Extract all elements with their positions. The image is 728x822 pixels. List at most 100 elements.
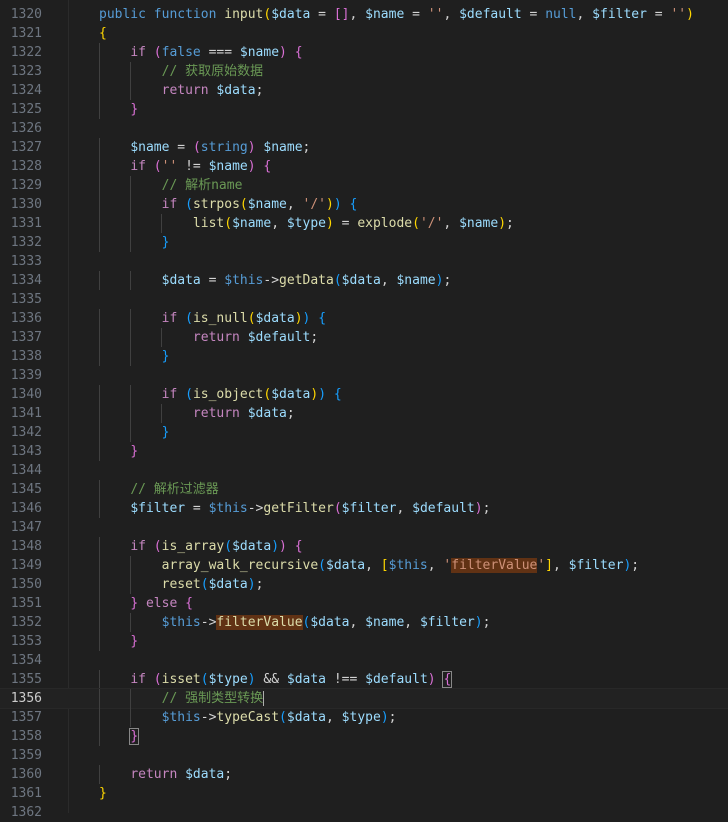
- indent-guide: [130, 176, 132, 195]
- code-line[interactable]: 1346 $filter = $this->getFilter($filter,…: [0, 499, 728, 518]
- code-line[interactable]: 1333: [0, 252, 728, 271]
- code-token: // 强制类型转换: [161, 691, 264, 706]
- code-line[interactable]: 1355 if (isset($type) && $data !== $defa…: [0, 670, 728, 689]
- code-token: ===: [200, 45, 240, 60]
- code-line[interactable]: 1321 {: [0, 24, 728, 43]
- code-token: if: [130, 45, 154, 60]
- code-line[interactable]: 1320 public function input($data = [], $n…: [0, 5, 728, 24]
- code-token: $default: [365, 672, 428, 687]
- code-line[interactable]: 1332 }: [0, 233, 728, 252]
- code-line[interactable]: 1336 if (is_null($data)) {: [0, 309, 728, 328]
- code-token: }: [130, 102, 139, 117]
- code-token: {: [294, 539, 303, 554]
- code-token: ,: [396, 501, 413, 516]
- line-number: 1332: [10, 235, 42, 250]
- code-line[interactable]: 1326: [0, 119, 728, 138]
- code-text: }: [99, 442, 138, 461]
- indent-guide: [130, 309, 132, 328]
- code-token: $this: [208, 501, 248, 516]
- code-line[interactable]: 1348 if (is_array($data)) {: [0, 537, 728, 556]
- code-line[interactable]: 1338 }: [0, 347, 728, 366]
- code-line[interactable]: 1341 return $data;: [0, 404, 728, 423]
- indent-guide: [99, 404, 100, 423]
- indent-guide: [161, 214, 163, 233]
- indent-guide: [99, 537, 100, 556]
- code-line[interactable]: 1323 // 获取原始数据: [0, 62, 728, 81]
- indent-guide: [130, 689, 132, 708]
- code-text: if (is_object($data)) {: [99, 385, 342, 404]
- code-line[interactable]: 1349 array_walk_recursive($data, [$this,…: [0, 556, 728, 575]
- code-line[interactable]: 1361}: [0, 784, 728, 803]
- code-line[interactable]: 1352 $this->filterValue($data, $name, $f…: [0, 613, 728, 632]
- code-token: =: [169, 140, 193, 155]
- code-token: {: [185, 596, 193, 611]
- code-line[interactable]: 1360 return $data;: [0, 765, 728, 784]
- code-line[interactable]: 1343 }: [0, 442, 728, 461]
- code-token: }: [130, 596, 139, 611]
- code-line[interactable]: 1345 // 解析过滤器: [0, 480, 728, 499]
- code-token: '': [670, 7, 687, 22]
- code-line[interactable]: 1331 list($name, $type) = explode('/', $…: [0, 214, 728, 233]
- code-token: $data: [255, 311, 295, 326]
- code-token: '': [161, 159, 178, 174]
- code-token: ): [326, 216, 334, 231]
- code-line[interactable]: 1337 return $default;: [0, 328, 728, 347]
- code-line[interactable]: 1344: [0, 461, 728, 480]
- code-line[interactable]: 1322 if (false === $name) {: [0, 43, 728, 62]
- code-line[interactable]: 1335: [0, 290, 728, 309]
- code-token: {: [333, 387, 342, 402]
- code-line[interactable]: 1353 }: [0, 632, 728, 651]
- code-line[interactable]: 1330 if (strpos($name, '/')) {: [0, 195, 728, 214]
- code-token: $name: [365, 615, 405, 630]
- code-line[interactable]: 1340 if (is_object($data)) {: [0, 385, 728, 404]
- code-token: {: [99, 26, 107, 41]
- code-line[interactable]: 1334 $data = $this->getData($data, $name…: [0, 271, 728, 290]
- code-token: if: [161, 387, 186, 402]
- code-line[interactable]: 1347: [0, 518, 728, 537]
- code-line[interactable]: 1327 $name = (string) $name;: [0, 138, 728, 157]
- code-lines[interactable]: 1320 public function input($data = [], $n…: [0, 0, 728, 820]
- code-editor[interactable]: 1320 public function input($data = [], $n…: [0, 0, 728, 820]
- code-line[interactable]: 1325 }: [0, 100, 728, 119]
- code-line[interactable]: 1324 return $data;: [0, 81, 728, 100]
- code-token: {: [442, 671, 453, 688]
- code-token: $filter: [130, 501, 186, 516]
- code-token: =: [333, 216, 358, 231]
- code-token: // 获取原始数据: [161, 64, 264, 79]
- code-token: ;: [224, 767, 233, 782]
- code-line[interactable]: 1356 // 强制类型转换: [0, 688, 728, 709]
- line-number: 1355: [10, 672, 42, 687]
- code-line[interactable]: 1359: [0, 746, 728, 765]
- code-token: ): [474, 501, 483, 516]
- code-token: ,: [404, 615, 420, 630]
- indent-guide: [99, 480, 100, 499]
- indent-guide: [99, 233, 100, 252]
- code-token: return: [161, 83, 217, 98]
- code-token: ): [427, 672, 436, 687]
- code-line[interactable]: 1354: [0, 651, 728, 670]
- code-line[interactable]: 1357 $this->typeCast($data, $type);: [0, 708, 728, 727]
- indent-guide: [130, 575, 132, 594]
- code-token: (: [247, 311, 256, 326]
- code-text: if (false === $name) {: [99, 43, 302, 62]
- code-text: return $data;: [99, 404, 295, 423]
- code-line[interactable]: 1329 // 解析name: [0, 176, 728, 195]
- code-token: ): [318, 387, 327, 402]
- code-token: ): [294, 311, 303, 326]
- code-token: $data: [185, 767, 225, 782]
- code-line[interactable]: 1328 if ('' != $name) {: [0, 157, 728, 176]
- code-token: if: [130, 672, 154, 687]
- code-token: ->: [247, 501, 264, 516]
- code-token: is_null: [192, 311, 248, 326]
- code-line[interactable]: 1350 reset($data);: [0, 575, 728, 594]
- code-line[interactable]: 1342 }: [0, 423, 728, 442]
- code-text: }: [99, 632, 138, 651]
- line-number: 1336: [10, 311, 42, 326]
- code-line[interactable]: 1358 }: [0, 727, 728, 746]
- code-line[interactable]: 1339: [0, 366, 728, 385]
- code-line[interactable]: 1351 } else {: [0, 594, 728, 613]
- line-number: 1354: [10, 653, 42, 668]
